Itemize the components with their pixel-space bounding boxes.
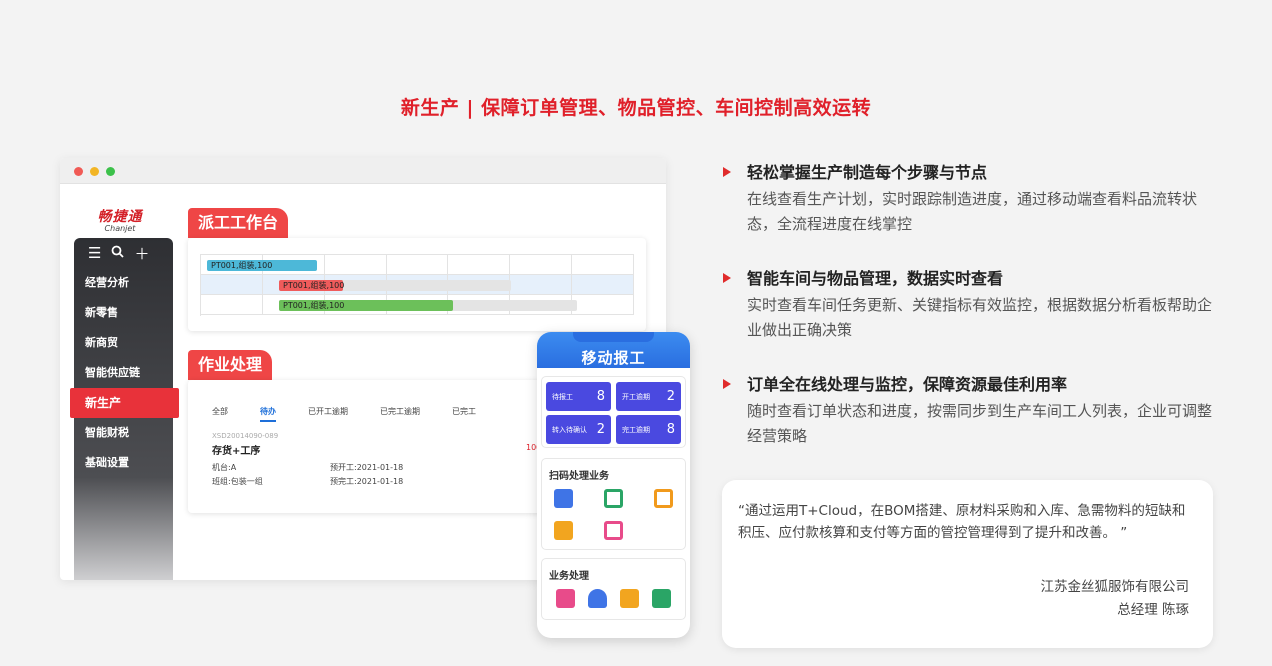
sidebar-item-business-analysis[interactable]: 经营分析 <box>74 268 173 298</box>
scan-section: 扫码处理业务 <box>541 458 686 550</box>
scan-complete-icon[interactable] <box>654 489 673 508</box>
phone-notch <box>573 332 654 342</box>
testimonial-text: “通过运用T+Cloud，在BOM搭建、原材料采购和入库、急需物料的短缺和积压、… <box>738 503 1186 541</box>
feature-3: 订单全在线处理与监控，保障资源最佳利用率 随时查看订单状态和进度，按需同步到生产… <box>723 374 1233 449</box>
stat-to-confirm[interactable]: 转入待确认 2 <box>546 415 611 444</box>
logo-cn-text: 畅捷通 <box>97 209 143 225</box>
gantt-bar-3[interactable]: PT001,组装,100 <box>279 300 453 311</box>
sidebar-toolbar: ☰ ＋ <box>74 238 173 268</box>
bullet-icon <box>723 167 731 177</box>
tab-start-overdue[interactable]: 已开工逾期 <box>308 406 348 422</box>
job-machine: 机台:A <box>212 463 237 472</box>
window-maximize-dot[interactable] <box>106 167 115 176</box>
sidebar-nav: ☰ ＋ 经营分析 新零售 新商贸 智能供应链 新生产 智能财税 基础设置 <box>70 238 179 580</box>
stat-label: 转入待确认 <box>552 425 587 434</box>
jobs-tabs: 全部 待办 已开工逾期 已完工逾期 已完工 <box>212 406 508 422</box>
sidebar-item-new-production[interactable]: 新生产 <box>70 388 179 418</box>
brand-logo: 畅捷通 Chanjet <box>90 206 150 233</box>
job-team: 班组:包装一组 <box>212 477 263 486</box>
sidebar-item-finance-tax[interactable]: 智能财税 <box>74 418 173 448</box>
testimonial-company: 江苏金丝狐服饰有限公司 <box>1040 579 1190 595</box>
sidebar-item-supply-chain[interactable]: 智能供应链 <box>74 358 173 388</box>
feature-title: 轻松掌握生产制造每个步骤与节点 <box>747 163 988 182</box>
feature-title: 订单全在线处理与监控，保障资源最佳利用率 <box>747 375 1068 394</box>
job-order-no: XSD20014090-089 <box>212 432 279 440</box>
phone-stat-card: 待报工 8 开工逾期 2 转入待确认 2 完工逾期 8 <box>541 376 686 448</box>
job-finish: 预完工:2021-01-18 <box>330 477 404 486</box>
tab-finish-overdue[interactable]: 已完工逾期 <box>380 406 420 422</box>
stat-label: 完工逾期 <box>622 425 650 434</box>
gantt-bar-2[interactable]: PT001,组装,100 <box>279 280 344 291</box>
feature-1: 轻松掌握生产制造每个步骤与节点 在线查看生产计划，实时跟踪制造进度，通过移动端查… <box>723 162 1233 237</box>
stat-value: 2 <box>596 422 605 437</box>
stat-value: 2 <box>666 389 675 404</box>
stat-label: 开工逾期 <box>622 392 650 401</box>
menu-icon[interactable]: ☰ <box>88 244 101 262</box>
stat-finish-overdue[interactable]: 完工逾期 8 <box>616 415 681 444</box>
search-icon[interactable] <box>111 244 125 262</box>
dispatch-panel: PT001,组装,100 PT001,组装,100 PT001,组装,100 <box>188 238 646 331</box>
stat-pending-report[interactable]: 待报工 8 <box>546 382 611 411</box>
feature-desc: 随时查看订单状态和进度，按需同步到生产车间工人列表，企业可调整经营策略 <box>747 402 1213 445</box>
tab-finished[interactable]: 已完工 <box>452 406 476 422</box>
job-card[interactable]: XSD20014090-089 存货+工序 机台:A 预开工:2021-01-1… <box>212 432 403 487</box>
biz-tools-icon[interactable] <box>652 589 671 608</box>
scan-section-title: 扫码处理业务 <box>549 471 609 482</box>
scan-check-icon[interactable] <box>604 521 623 540</box>
bullet-icon <box>723 273 731 283</box>
testimonial-card: “通过运用T+Cloud，在BOM搭建、原材料采购和入库、急需物料的短缺和积压、… <box>722 480 1213 648</box>
jobs-title: 作业处理 <box>188 350 273 380</box>
feature-desc: 实时查看车间任务更新、关键指标有效监控，根据数据分析看板帮助企业做出正确决策 <box>747 296 1213 339</box>
dispatch-title: 派工工作台 <box>188 208 289 238</box>
job-name: 存货+工序 <box>212 446 261 457</box>
window-close-dot[interactable] <box>74 167 83 176</box>
biz-home-icon[interactable] <box>588 589 607 608</box>
window-minimize-dot[interactable] <box>90 167 99 176</box>
phone-header: 移动报工 <box>537 332 690 368</box>
bullet-icon <box>723 379 731 389</box>
stat-value: 8 <box>596 389 605 404</box>
business-section-title: 业务处理 <box>549 571 589 582</box>
window-titlebar <box>60 158 666 184</box>
sidebar-item-new-retail[interactable]: 新零售 <box>74 298 173 328</box>
stat-label: 待报工 <box>552 392 573 401</box>
scan-report-icon[interactable] <box>554 521 573 540</box>
mobile-phone-mockup: 移动报工 待报工 8 开工逾期 2 转入待确认 2 完工逾期 8 扫码处理业务 … <box>537 332 690 638</box>
tab-todo[interactable]: 待办 <box>260 406 276 422</box>
stat-start-overdue[interactable]: 开工逾期 2 <box>616 382 681 411</box>
plus-icon[interactable]: ＋ <box>134 243 149 264</box>
feature-desc: 在线查看生产计划，实时跟踪制造进度，通过移动端查看料品流转状态，全流程进度在线掌… <box>747 190 1198 233</box>
gantt-bar-1[interactable]: PT001,组装,100 <box>207 260 317 271</box>
scan-ledger-icon[interactable] <box>554 489 573 508</box>
business-section: 业务处理 <box>541 558 686 620</box>
feature-2: 智能车间与物品管理，数据实时查看 实时查看车间任务更新、关键指标有效监控，根据数… <box>723 268 1233 343</box>
biz-list-icon[interactable] <box>556 589 575 608</box>
page-headline: 新生产 | 保障订单管理、物品管控、车间控制高效运转 <box>400 97 872 119</box>
biz-transfer-icon[interactable] <box>620 589 639 608</box>
tab-all[interactable]: 全部 <box>212 406 228 422</box>
sidebar-item-base-settings[interactable]: 基础设置 <box>74 448 173 478</box>
testimonial-person: 总经理 陈琢 <box>1117 602 1189 618</box>
job-start: 预开工:2021-01-18 <box>330 463 404 472</box>
scan-qrcode-icon[interactable] <box>604 489 623 508</box>
stat-value: 8 <box>666 422 675 437</box>
feature-title: 智能车间与物品管理，数据实时查看 <box>747 269 1004 288</box>
sidebar-item-new-trade[interactable]: 新商贸 <box>74 328 173 358</box>
